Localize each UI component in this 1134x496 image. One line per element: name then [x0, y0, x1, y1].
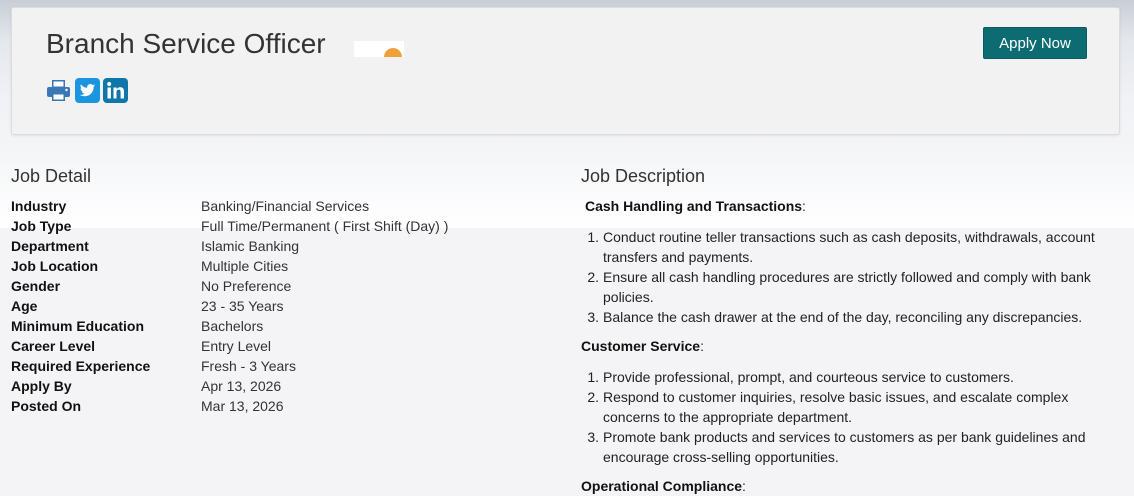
job-title: Branch Service Officer [46, 28, 326, 59]
list-item-text: Conduct routine teller transactions such… [603, 229, 1095, 265]
section-title: Customer Service [581, 338, 701, 354]
list-number: 3. [587, 309, 599, 325]
section-heading-customer-service: Customer Service: [581, 338, 704, 354]
list-item: 1. Provide professional, prompt, and cour… [587, 367, 1121, 387]
detail-label: Gender [11, 278, 61, 294]
list-number: 2. [587, 269, 599, 285]
list-number: 1. [587, 229, 599, 245]
list-item-text: Promote bank products and services to cu… [603, 429, 1086, 465]
linkedin-icon[interactable] [103, 78, 128, 103]
detail-label: Industry [11, 198, 67, 214]
detail-label: Job Type [11, 218, 72, 234]
job-detail-heading: Job Detail [11, 166, 92, 186]
detail-value: Banking/Financial Services [201, 198, 370, 214]
list-item: 3. Promote bank products and services to … [587, 427, 1121, 467]
print-icon[interactable] [46, 78, 71, 103]
list-item: 1. Conduct routine teller transactions su… [587, 227, 1121, 267]
detail-value: Mar 13, 2026 [201, 398, 284, 414]
detail-label: Apply By [11, 378, 72, 394]
job-header-card: Branch Service Officer Apply Now [11, 7, 1120, 135]
detail-value: No Preference [201, 278, 292, 294]
detail-label: Career Level [11, 338, 96, 354]
detail-value: Apr 13, 2026 [201, 378, 282, 394]
list-item: 2. Respond to customer inquiries, resolve… [587, 387, 1121, 427]
detail-value: 23 - 35 Years [201, 298, 284, 314]
company-logo [354, 41, 404, 57]
detail-label: Posted On [11, 398, 82, 414]
detail-label: Job Location [11, 258, 99, 274]
list-item: 3. Balance the cash drawer at the end of … [587, 307, 1121, 327]
section-heading-operational-compliance: Operational Compliance: [581, 478, 746, 494]
apply-now-button[interactable]: Apply Now [983, 27, 1087, 59]
detail-value: Fresh - 3 Years [201, 358, 296, 374]
logo-mark [384, 48, 402, 57]
list-number: 1. [587, 369, 599, 385]
detail-value: Entry Level [201, 338, 272, 354]
section-title: Cash Handling and Transactions [585, 198, 803, 214]
detail-label: Minimum Education [11, 318, 144, 334]
detail-value: Full Time/Permanent ( First Shift (Day) … [201, 218, 449, 234]
list-number: 2. [587, 389, 599, 405]
list-item-text: Provide professional, prompt, and courte… [603, 369, 1014, 385]
job-description-heading: Job Description [581, 166, 706, 186]
twitter-icon[interactable] [75, 78, 100, 103]
list-number: 3. [587, 429, 599, 445]
list-item-text: Respond to customer inquiries, resolve b… [603, 389, 1069, 425]
section-heading-cash-handling: Cash Handling and Transactions: [585, 198, 806, 214]
list-item: 2. Ensure all cash handling procedures ar… [587, 267, 1121, 307]
detail-value: Bachelors [201, 318, 264, 334]
detail-value: Multiple Cities [201, 258, 289, 274]
detail-label: Required Experience [11, 358, 151, 374]
list-item-text: Ensure all cash handling procedures are … [603, 269, 1091, 305]
list-item-text: Balance the cash drawer at the end of th… [603, 309, 1083, 325]
detail-label: Department [11, 238, 89, 254]
detail-value: Islamic Banking [201, 238, 300, 254]
detail-label: Age [11, 298, 38, 314]
section-title: Operational Compliance [581, 478, 743, 494]
